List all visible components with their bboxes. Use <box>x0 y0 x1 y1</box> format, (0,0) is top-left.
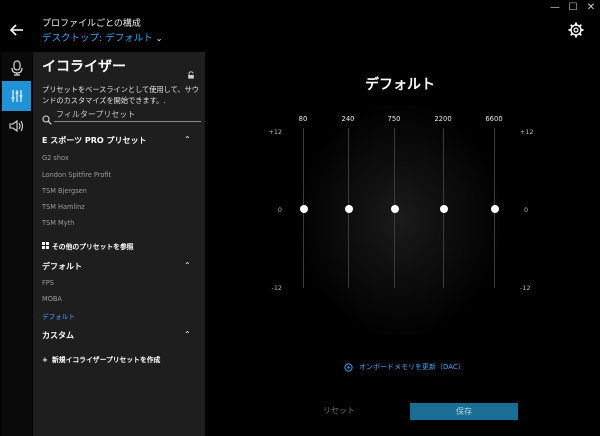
profile-label: プロファイルごとの構成 <box>42 19 141 29</box>
band-frequency-label: 240 <box>341 115 355 123</box>
band-frequency-label: 750 <box>387 115 401 123</box>
sidebar-item-speaker[interactable] <box>2 111 31 141</box>
preset-item[interactable]: G2 shox <box>42 154 69 162</box>
sidebar-item-microphone[interactable] <box>2 53 31 83</box>
band-slider-knob[interactable] <box>299 205 308 213</box>
chevron-up-icon[interactable]: ⌃ <box>184 135 191 144</box>
create-preset-label: 新規イコライザープリセットを作成 <box>52 356 161 364</box>
gear-icon <box>568 22 584 38</box>
band-frequency-label: 80 <box>298 115 308 123</box>
profile-value: デスクトップ: デフォルト <box>42 33 153 44</box>
equalizer-icon <box>11 90 22 102</box>
grid-icon <box>42 242 52 251</box>
chevron-down-icon: ⌄ <box>155 34 163 43</box>
preset-item[interactable]: FPS <box>42 279 54 287</box>
lock-button[interactable] <box>187 64 195 79</box>
headset-image <box>300 105 500 335</box>
section-default-title[interactable]: デフォルト <box>42 261 82 272</box>
db-label-top-left: +12 <box>268 128 283 136</box>
preset-filter-input[interactable] <box>54 107 201 122</box>
panel-description: プリセットをベースラインとして使用して、サウンドのカスタマイズを開始できます。. <box>42 85 199 105</box>
preset-item[interactable]: TSM Bjergsen <box>42 187 87 195</box>
reset-button[interactable]: リセット <box>300 403 378 419</box>
panel-title: イコライザー <box>42 59 126 75</box>
db-label-bottom-left: -12 <box>271 284 282 292</box>
section-custom-title[interactable]: カスタム <box>42 330 74 341</box>
preset-title: デフォルト <box>365 77 435 93</box>
save-button[interactable]: 保存 <box>410 403 518 420</box>
search-icon <box>42 110 52 125</box>
update-onboard-memory-button[interactable]: オンボードメモリを更新（DAC） <box>344 362 465 372</box>
preset-item-selected[interactable]: デフォルト <box>42 311 75 321</box>
preset-item[interactable]: London Spitfire Profit <box>42 171 111 179</box>
band-frequency-label: 6600 <box>485 115 503 123</box>
plus-icon: + <box>42 356 48 364</box>
preset-item[interactable]: MOBA <box>42 295 62 303</box>
browse-presets-button[interactable]: その他のプリセットを参照 <box>42 241 134 251</box>
section-esports-title[interactable]: E スポーツ PRO プリセット <box>42 135 146 146</box>
db-label-mid-right: 0 <box>524 206 529 214</box>
browse-presets-label: その他のプリセットを参照 <box>52 243 134 251</box>
lock-icon <box>188 71 194 79</box>
preset-item[interactable]: TSM Myth <box>42 219 74 227</box>
db-label-mid-left: 0 <box>277 206 282 214</box>
back-arrow-icon <box>9 24 23 36</box>
chevron-up-icon[interactable]: ⌃ <box>184 261 191 270</box>
profile-selector[interactable]: デスクトップ: デフォルト ⌄ <box>42 30 162 44</box>
close-window-button[interactable]: ✕ <box>584 2 598 14</box>
minimize-button[interactable]: — <box>548 2 562 14</box>
memory-icon <box>344 362 353 372</box>
db-label-top-right: +12 <box>520 128 534 136</box>
band-frequency-label: 2200 <box>434 115 452 123</box>
preset-item[interactable]: TSM Hamlinz <box>42 203 85 211</box>
microphone-icon <box>10 60 23 76</box>
band-slider-knob[interactable] <box>344 205 353 213</box>
speaker-icon <box>8 119 23 133</box>
band-slider-knob[interactable] <box>439 205 448 213</box>
band-slider-knob[interactable] <box>490 205 499 213</box>
db-label-bottom-right: -12 <box>520 284 531 292</box>
sidebar-item-equalizer[interactable] <box>2 81 31 111</box>
maximize-button[interactable]: ☐ <box>566 2 580 14</box>
update-onboard-memory-label: オンボードメモリを更新（DAC） <box>359 363 465 371</box>
chevron-up-icon[interactable]: ⌃ <box>184 330 191 339</box>
settings-button[interactable] <box>568 22 586 40</box>
back-button[interactable] <box>8 22 26 40</box>
create-preset-button[interactable]: + 新規イコライザープリセットを作成 <box>42 354 160 364</box>
band-slider-knob[interactable] <box>390 205 399 213</box>
